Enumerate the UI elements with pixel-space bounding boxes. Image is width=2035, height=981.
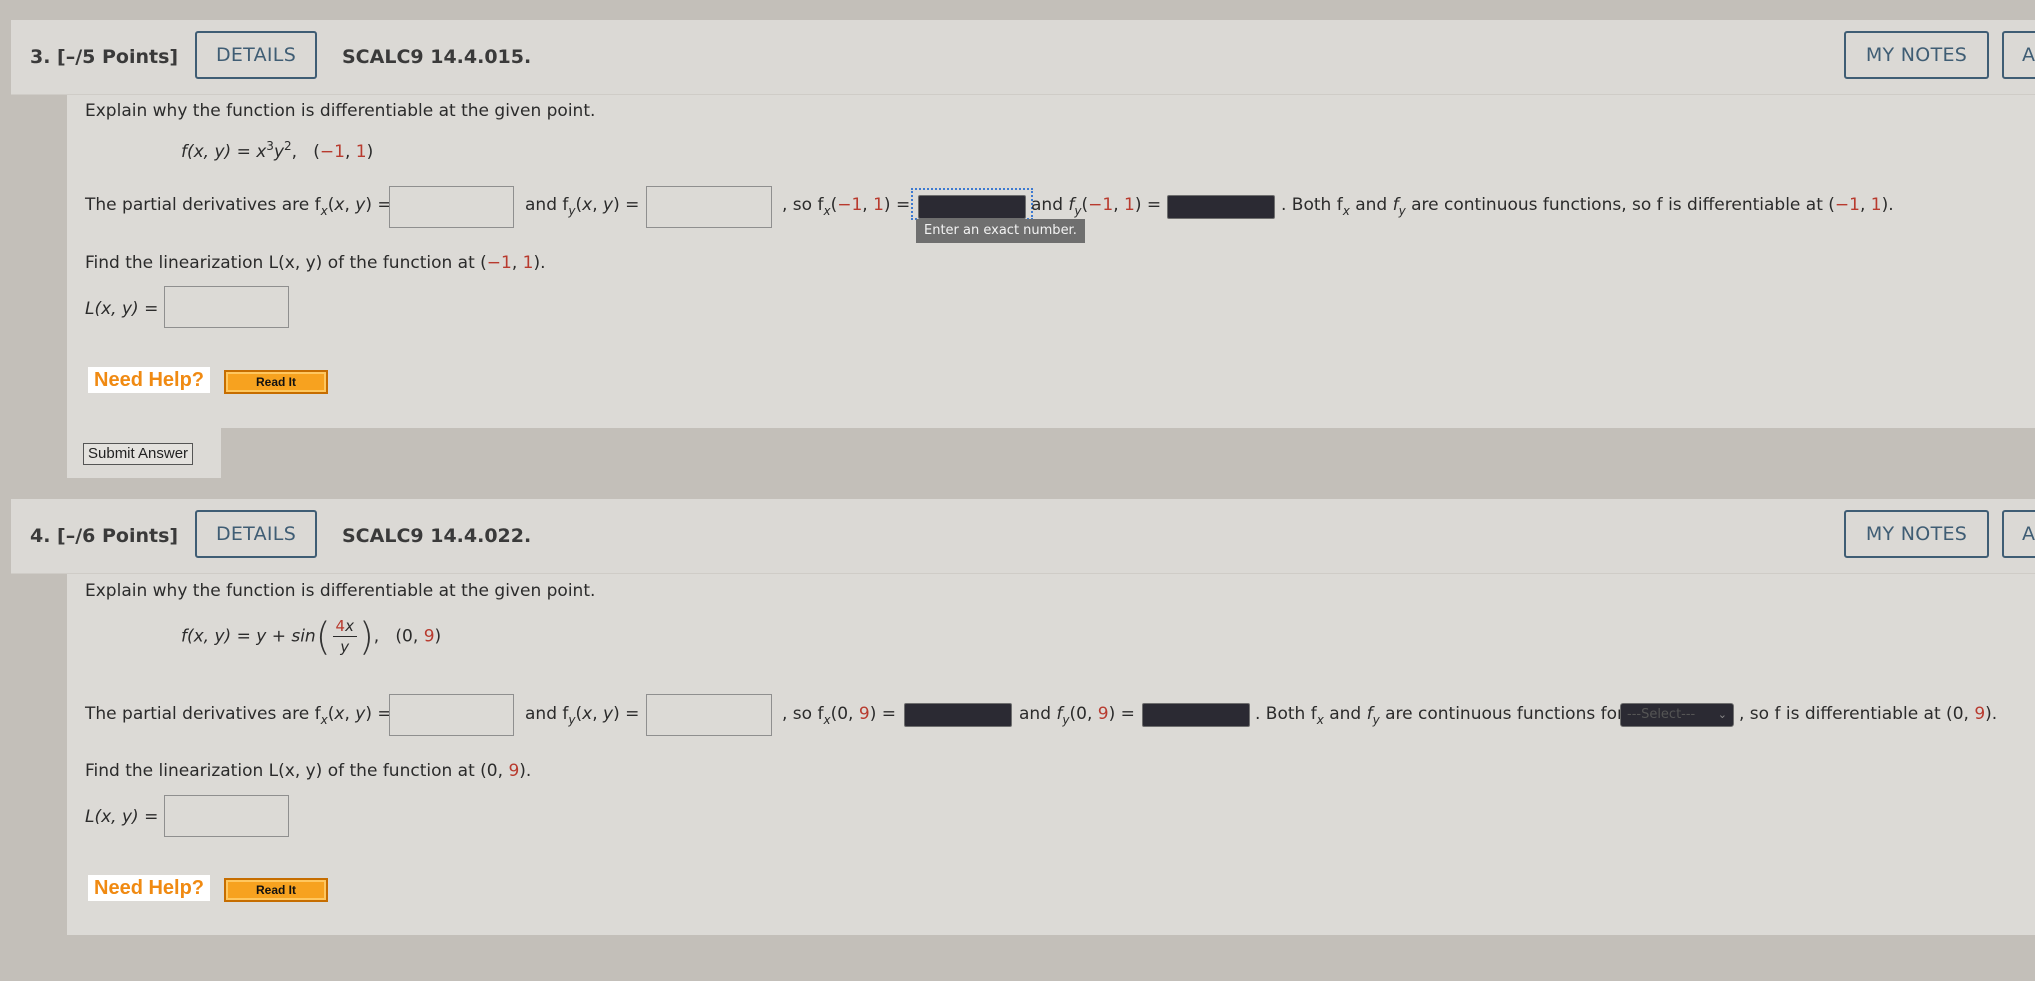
partial-derivatives-label: The partial derivatives are fx(x, y) = — [85, 195, 392, 218]
fy-at-point-input[interactable] — [1142, 703, 1250, 727]
question-4-code: SCALC9 14.4.022. — [342, 525, 532, 547]
and-fy-at-point-label: and fy(−1, 1) = — [1031, 195, 1162, 218]
instruction-text: Explain why the function is differentiab… — [85, 581, 596, 601]
linearization-prompt: Find the linearization L(x, y) of the fu… — [85, 761, 532, 781]
need-help-label: Need Help? — [88, 367, 211, 393]
fx-at-point-input[interactable] — [918, 195, 1026, 219]
exact-number-tooltip: Enter an exact number. — [916, 219, 1085, 243]
so-fx-label: , so fx(0, 9) = — [782, 704, 896, 727]
linearization-label: L(x, y) = — [85, 807, 159, 827]
ask-teacher-button[interactable]: A — [2002, 510, 2035, 558]
linearization-input[interactable] — [164, 795, 289, 837]
so-fx-label: , so fx(−1, 1) = — [782, 195, 911, 218]
read-it-button[interactable]: Read It — [224, 878, 328, 902]
submit-answer-button[interactable]: Submit Answer — [83, 443, 194, 465]
details-button[interactable]: DETAILS — [195, 510, 317, 558]
and-fy-at-point-label: and fy(0, 9) = — [1019, 704, 1135, 727]
ask-teacher-button[interactable]: A — [2002, 31, 2035, 79]
fx-answer-input[interactable] — [389, 186, 514, 228]
differentiable-statement: , so f is differentiable at (0, 9). — [1739, 704, 1998, 724]
question-4-body: Explain why the function is differentiab… — [67, 574, 2035, 935]
continuity-statement: . Both fx and fy are continuous function… — [1281, 195, 1894, 218]
chevron-down-icon: ⌄ — [1717, 708, 1727, 721]
fx-answer-input[interactable] — [389, 694, 514, 736]
question-3-points: 3. [–/5 Points] — [30, 46, 179, 68]
continuity-statement: . Both fx and fy are continuous function… — [1255, 704, 1624, 727]
question-3-header: 3. [–/5 Points] DETAILS SCALC9 14.4.015.… — [11, 20, 2035, 95]
fy-answer-input[interactable] — [646, 186, 772, 228]
question-3-body: Explain why the function is differentiab… — [67, 95, 2035, 428]
question-4-points: 4. [–/6 Points] — [30, 525, 179, 547]
linearization-prompt: Find the linearization L(x, y) of the fu… — [85, 253, 546, 273]
domain-select[interactable]: ---Select--- ⌄ — [1620, 703, 1734, 727]
my-notes-button[interactable]: MY NOTES — [1844, 510, 1989, 558]
fraction: 4x y — [332, 616, 357, 657]
partial-derivatives-label: The partial derivatives are fx(x, y) = — [85, 704, 392, 727]
linearization-input[interactable] — [164, 286, 289, 328]
fy-at-point-input[interactable] — [1167, 195, 1275, 219]
and-fy-label: and fy(x, y) = — [525, 195, 640, 218]
question-4-header: 4. [–/6 Points] DETAILS SCALC9 14.4.022.… — [11, 499, 2035, 574]
instruction-text: Explain why the function is differentiab… — [85, 101, 596, 121]
and-fy-label: and fy(x, y) = — [525, 704, 640, 727]
function-expression: f(x, y) = x3y2, (−1, 1) — [181, 139, 374, 162]
read-it-button[interactable]: Read It — [224, 370, 328, 394]
linearization-label: L(x, y) = — [85, 299, 159, 319]
details-button[interactable]: DETAILS — [195, 31, 317, 79]
my-notes-button[interactable]: MY NOTES — [1844, 31, 1989, 79]
question-3-code: SCALC9 14.4.015. — [342, 46, 532, 68]
need-help-label: Need Help? — [88, 875, 211, 901]
fx-at-point-input[interactable] — [904, 703, 1012, 727]
function-expression: f(x, y) = y + sin(4x y), (0, 9) — [181, 614, 442, 659]
fy-answer-input[interactable] — [646, 694, 772, 736]
